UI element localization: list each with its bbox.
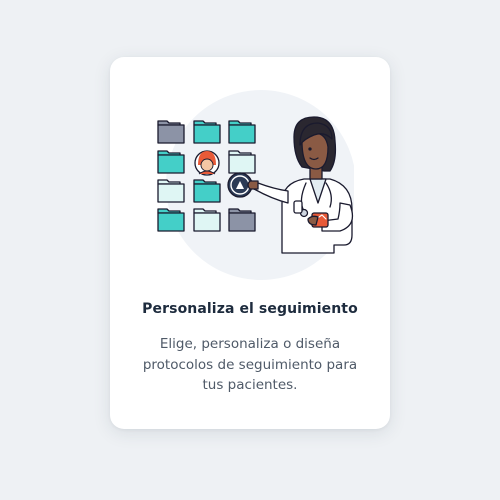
folder-icon <box>228 208 256 232</box>
folder-icon <box>193 179 221 203</box>
folder-icon <box>157 150 185 174</box>
patient-avatar-icon <box>194 150 220 176</box>
card-title: Personaliza el seguimiento <box>142 301 358 317</box>
folder-icon <box>157 208 185 232</box>
doctor-with-folders-illustration <box>154 85 356 285</box>
folder-icon <box>157 179 185 203</box>
card-description: Elige, personaliza o diseña protocolos d… <box>142 336 358 393</box>
folder-icon <box>228 120 256 144</box>
folder-icon <box>157 120 185 144</box>
folder-icon <box>228 150 256 174</box>
folder-icon <box>193 208 221 232</box>
feature-card: Personaliza el seguimiento Elige, person… <box>110 57 390 429</box>
folder-icon <box>193 120 221 144</box>
